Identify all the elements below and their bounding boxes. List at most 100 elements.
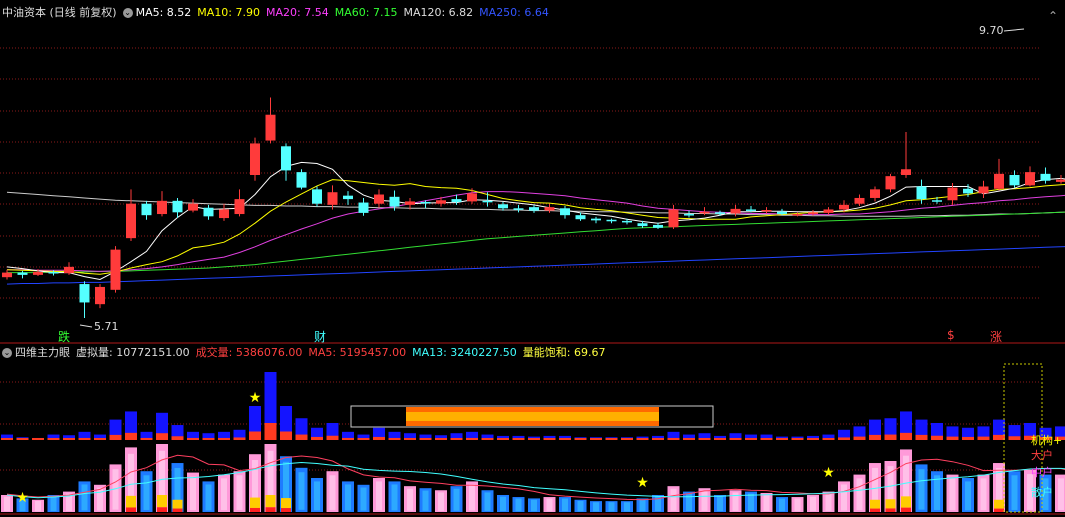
layered-volume-core — [934, 475, 940, 510]
candle-body — [358, 202, 369, 213]
vol-ma13-label: MA13: 3240227.50 — [412, 346, 517, 359]
ma250-label: MA250: 6.64 — [479, 6, 549, 19]
ma20-line — [7, 191, 1065, 272]
real-volume-bar — [636, 438, 649, 440]
candle-body — [296, 172, 307, 188]
institution-segment — [250, 497, 260, 508]
expand-icon[interactable]: ⌃ — [1047, 10, 1059, 22]
real-volume-bar — [109, 434, 122, 440]
real-volume-bar — [884, 434, 897, 440]
star-icon: ★ — [822, 465, 835, 481]
real-volume-bar — [32, 438, 44, 440]
marker-die[interactable]: 跌 — [58, 328, 70, 345]
institution-segment — [157, 495, 167, 508]
layered-volume-core — [391, 484, 398, 511]
real-volume-bar — [419, 438, 432, 440]
bigplayer-segment — [885, 508, 896, 512]
star-icon: ★ — [249, 390, 262, 406]
real-volume-bar — [667, 437, 680, 440]
layered-volume-core — [50, 496, 57, 512]
real-volume-bar — [311, 436, 323, 440]
candle-body — [405, 201, 415, 205]
chevron-down-icon[interactable]: ⌄ — [2, 348, 12, 358]
candle-body — [281, 146, 291, 171]
candle-body — [126, 203, 136, 239]
candle-body — [808, 212, 818, 215]
real-volume-bar — [776, 438, 788, 440]
real-volume-bar — [621, 438, 633, 440]
layered-volume-core — [624, 502, 630, 512]
layered-volume-core — [1011, 475, 1018, 510]
real-volume-bar — [590, 438, 602, 440]
real-volume-bar — [125, 432, 137, 440]
real-volume-bar — [574, 438, 587, 440]
candle-body — [591, 218, 601, 221]
layered-volume-core — [841, 484, 847, 511]
candle-body — [978, 186, 989, 194]
layered-volume-core — [531, 499, 537, 512]
layered-volume-core — [748, 493, 754, 511]
layered-volume-core — [763, 494, 770, 512]
candle-body — [544, 207, 555, 211]
saturation-label: 量能饱和: 69.67 — [522, 346, 606, 359]
virtual-volume-label: 虚拟量: 10772151.00 — [76, 346, 190, 359]
candle-body — [172, 200, 183, 213]
real-volume-bar — [714, 438, 726, 440]
real-volume-bar — [853, 436, 866, 440]
vol-ma5-label: MA5: 5195457.00 — [308, 346, 407, 359]
candle-body — [901, 169, 911, 175]
candle-body — [777, 211, 787, 215]
bigplayer-segment — [281, 508, 291, 512]
real-volume-bar — [249, 431, 261, 440]
candle-body — [513, 208, 524, 210]
layered-volume-core — [593, 502, 599, 512]
candle-body — [885, 176, 896, 190]
real-volume-bar — [791, 438, 804, 440]
real-volume-bar — [1008, 436, 1021, 440]
kline-chart-canvas[interactable]: ★★★★★ — [0, 0, 1065, 517]
layered-volume-core — [546, 498, 553, 512]
real-volume-bar — [435, 438, 447, 440]
layered-volume-core — [779, 498, 785, 512]
candle-body — [188, 203, 198, 211]
real-volume-bar — [326, 435, 339, 440]
candle-body — [792, 214, 803, 216]
saturation-bar-highlight — [406, 412, 659, 421]
candle-body — [684, 214, 694, 216]
real-volume-bar — [264, 423, 277, 440]
ma60-label: MA60: 7.15 — [334, 6, 398, 19]
real-volume-bar — [512, 438, 525, 440]
candle-body — [994, 173, 1004, 189]
real-volume-bar — [373, 436, 385, 440]
sub-header: ⌄ 四维主力眼 虚拟量: 10772151.00 成交量: 5386076.00… — [2, 345, 611, 361]
ma250-line — [6, 246, 1065, 285]
legend-dahu: 大户 — [1031, 449, 1053, 462]
real-volume-bar — [466, 437, 478, 440]
candle-body — [839, 204, 849, 210]
layered-volume-core — [810, 496, 816, 512]
real-volume-bar — [63, 438, 75, 440]
legend-jigou: 机构+ — [1031, 434, 1063, 447]
candle-body — [529, 207, 539, 211]
marker-dollar[interactable]: $ — [947, 328, 955, 342]
layered-volume-core — [980, 478, 987, 511]
marker-cai[interactable]: 财 — [314, 328, 326, 345]
candle-body — [95, 286, 105, 305]
institution-segment — [901, 496, 911, 508]
chevron-down-icon[interactable]: ⌄ — [122, 8, 133, 18]
institution-segment — [281, 498, 291, 509]
marker-zhang[interactable]: 涨 — [990, 328, 1002, 345]
candle-body — [761, 210, 772, 212]
layered-volume-core — [205, 484, 212, 511]
layered-volume-core — [438, 492, 444, 511]
real-volume-bar — [869, 434, 881, 440]
real-volume-bar — [528, 438, 540, 440]
bigplayer-segment — [157, 507, 167, 512]
layered-volume-core — [81, 484, 88, 511]
star-icon: ★ — [16, 490, 29, 506]
candle-body — [203, 207, 214, 217]
real-volume-bar — [171, 436, 184, 440]
volume-label: 成交量: 5386076.00 — [195, 346, 303, 359]
candle-body — [420, 201, 431, 204]
legend-sanhu: 散户 — [1031, 486, 1053, 499]
